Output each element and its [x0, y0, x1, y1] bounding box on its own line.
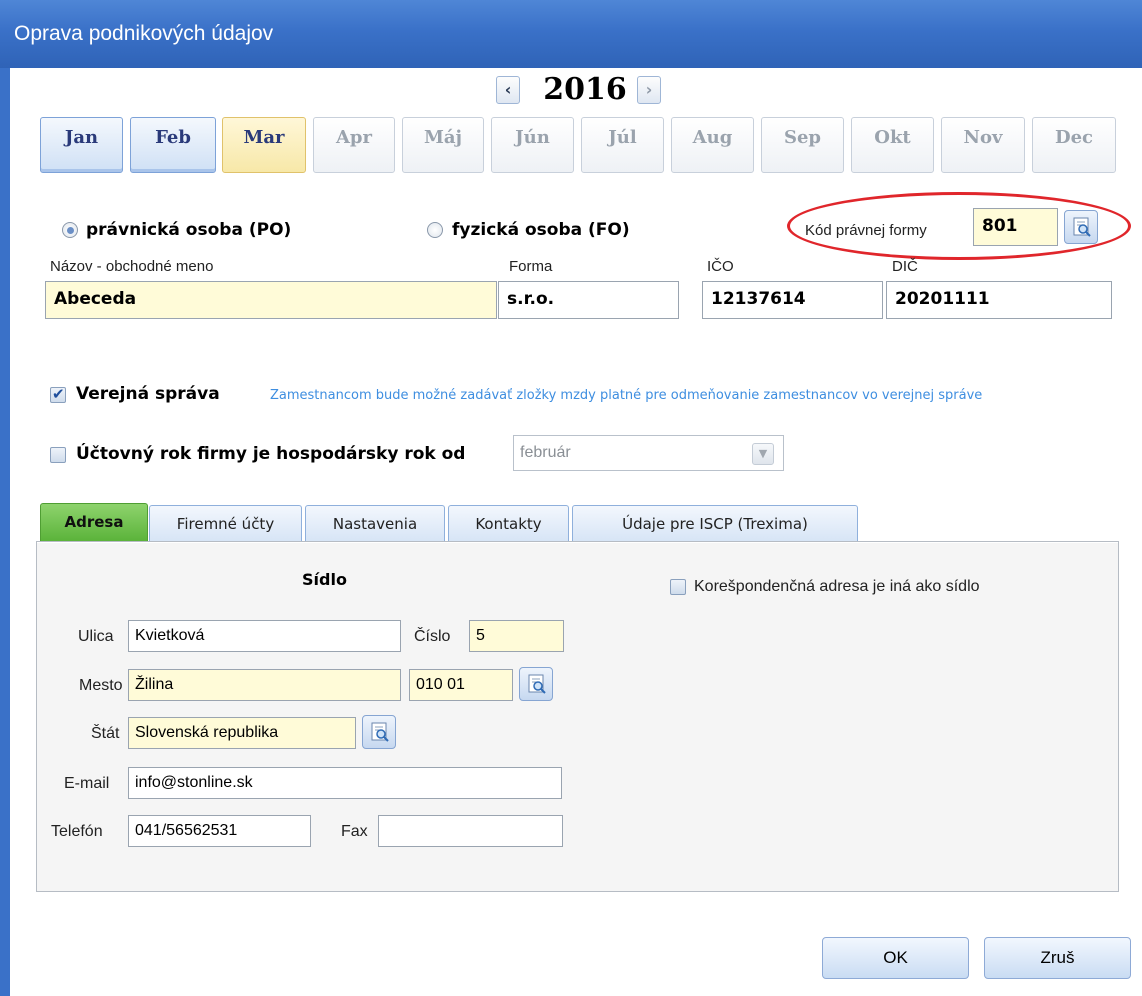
- ok-button[interactable]: OK: [822, 937, 969, 979]
- company-name-label: Názov - obchodné meno: [50, 258, 214, 275]
- prev-year-button[interactable]: ‹: [496, 76, 520, 104]
- street-label: Ulica: [78, 628, 114, 645]
- lookup-icon: [371, 722, 389, 742]
- cancel-button[interactable]: Zruš: [984, 937, 1131, 979]
- chevron-left-icon: ‹: [504, 80, 512, 99]
- radio-po[interactable]: [62, 222, 78, 238]
- form-label: Forma: [509, 258, 553, 275]
- month-tab-feb[interactable]: Feb: [130, 117, 216, 173]
- country-label: Štát: [91, 725, 120, 742]
- fiscal-year-month-select[interactable]: február: [513, 435, 784, 471]
- phone-label: Telefón: [51, 823, 103, 840]
- public-admin-label: Verejná správa: [76, 384, 220, 404]
- month-tab-mar[interactable]: Mar: [222, 117, 306, 173]
- year-label: 2016: [543, 72, 627, 107]
- company-name-field[interactable]: Abeceda: [45, 281, 497, 319]
- month-tab-jan[interactable]: Jan: [40, 117, 123, 173]
- dic-label: DIČ: [892, 258, 918, 275]
- legal-form-lookup-button[interactable]: [1064, 210, 1098, 244]
- street-input[interactable]: Kvietková: [128, 620, 401, 652]
- phone-input[interactable]: 041/56562531: [128, 815, 311, 847]
- section-title: Sídlo: [302, 570, 347, 589]
- dropdown-arrow-icon[interactable]: ▼: [752, 443, 774, 465]
- chevron-right-icon: ›: [645, 80, 653, 99]
- public-admin-hint: Zamestnancom bude možné zadávať zložky m…: [270, 388, 983, 403]
- correspondence-checkbox[interactable]: [670, 579, 686, 595]
- radio-fo[interactable]: [427, 222, 443, 238]
- window-titlebar: Oprava podnikových údajov: [0, 0, 1142, 68]
- zip-input[interactable]: 010 01: [409, 669, 513, 701]
- number-label: Číslo: [414, 628, 451, 645]
- country-input[interactable]: Slovenská republika: [128, 717, 356, 749]
- lookup-icon: [1073, 217, 1091, 237]
- month-tab-jun[interactable]: Jún: [491, 117, 574, 173]
- month-tab-okt[interactable]: Okt: [851, 117, 934, 173]
- form-field[interactable]: s.r.o.: [498, 281, 679, 319]
- month-tab-dec[interactable]: Dec: [1032, 117, 1116, 173]
- country-lookup-button[interactable]: [362, 715, 396, 749]
- correspondence-label: Korešpondenčná adresa je iná ako sídlo: [694, 578, 980, 595]
- lookup-icon: [528, 674, 546, 694]
- tab-firemne-ucty[interactable]: Firemné účty: [149, 505, 302, 541]
- window-frame: [0, 68, 10, 996]
- fax-label: Fax: [341, 823, 368, 840]
- city-label: Mesto: [79, 677, 123, 694]
- checkmark-icon: ✔: [52, 385, 65, 403]
- month-tab-sep[interactable]: Sep: [761, 117, 844, 173]
- ico-field[interactable]: 12137614: [702, 281, 883, 319]
- fiscal-year-month-value: február: [520, 444, 571, 461]
- legal-form-code-label: Kód právnej formy: [805, 222, 927, 239]
- dic-field[interactable]: 20201111: [886, 281, 1112, 319]
- city-input[interactable]: Žilina: [128, 669, 401, 701]
- zip-lookup-button[interactable]: [519, 667, 553, 701]
- fax-input[interactable]: [378, 815, 563, 847]
- radio-fo-label: fyzická osoba (FO): [452, 220, 630, 240]
- legal-form-code-field[interactable]: 801: [973, 208, 1058, 246]
- email-label: E-mail: [64, 775, 110, 792]
- tab-kontakty[interactable]: Kontakty: [448, 505, 569, 541]
- month-tab-maj[interactable]: Máj: [402, 117, 484, 173]
- public-admin-checkbox[interactable]: ✔: [50, 385, 66, 403]
- tab-adresa[interactable]: Adresa: [40, 503, 148, 541]
- tab-nastavenia[interactable]: Nastavenia: [305, 505, 445, 541]
- tab-udaje-iscp[interactable]: Údaje pre ISCP (Trexima): [572, 505, 858, 541]
- next-year-button[interactable]: ›: [637, 76, 661, 104]
- month-tab-aug[interactable]: Aug: [671, 117, 754, 173]
- radio-po-label: právnická osoba (PO): [86, 220, 292, 240]
- email-input[interactable]: info@stonline.sk: [128, 767, 562, 799]
- fiscal-year-checkbox[interactable]: [50, 447, 66, 463]
- ico-label: IČO: [707, 258, 734, 275]
- fiscal-year-label: Účtovný rok firmy je hospodársky rok od: [76, 444, 466, 464]
- month-tab-apr[interactable]: Apr: [313, 117, 395, 173]
- number-input[interactable]: 5: [469, 620, 564, 652]
- month-tab-jul[interactable]: Júl: [581, 117, 664, 173]
- month-tab-nov[interactable]: Nov: [941, 117, 1025, 173]
- window-title: Oprava podnikových údajov: [14, 22, 274, 45]
